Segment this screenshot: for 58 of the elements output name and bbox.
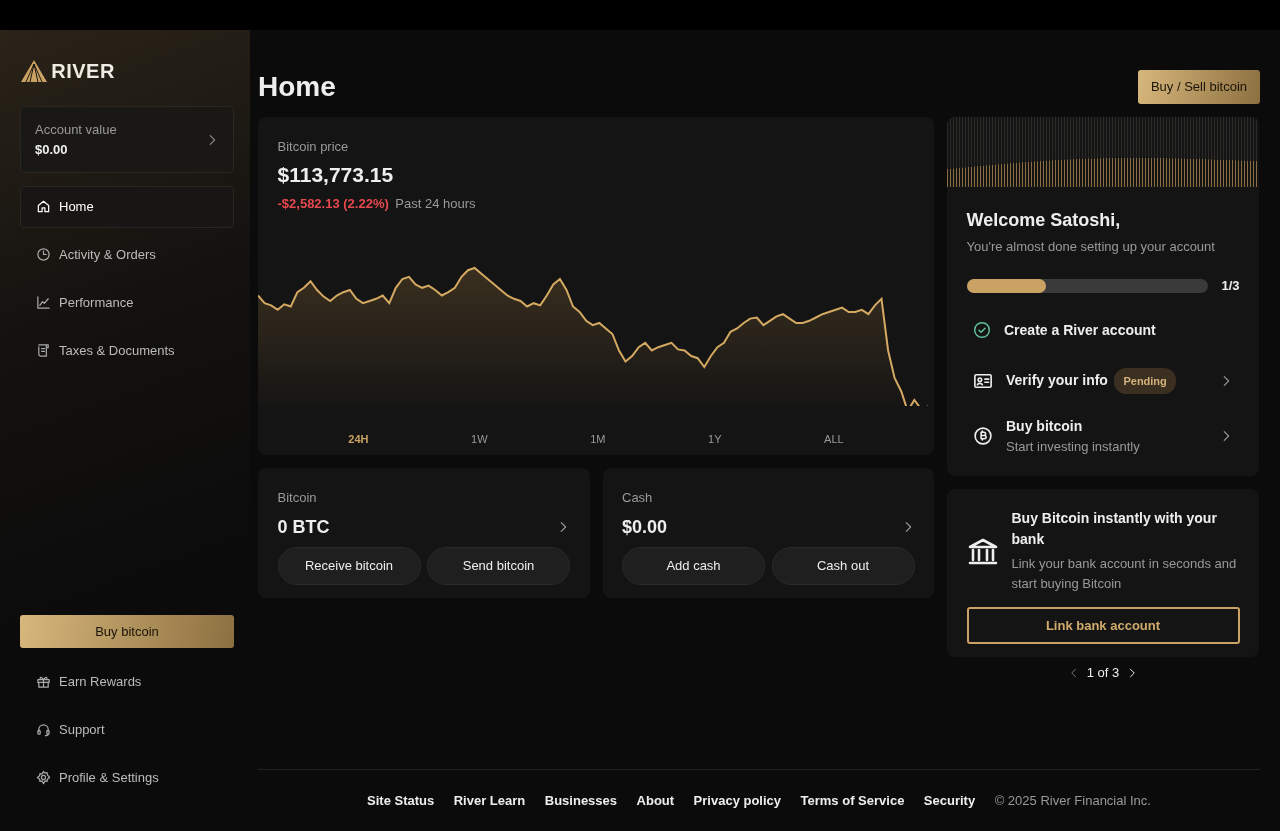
balance-value: $0.00 bbox=[622, 515, 668, 539]
gear-icon bbox=[36, 769, 51, 785]
logo-text: RIVER bbox=[51, 59, 115, 84]
price-label: Bitcoin price bbox=[277, 137, 350, 156]
nav-item[interactable]: Support bbox=[20, 708, 234, 750]
nav-item[interactable]: Profile & Settings bbox=[20, 756, 234, 798]
page-title: Home bbox=[258, 70, 336, 104]
footer-link[interactable]: River Learn bbox=[453, 790, 526, 811]
action-button[interactable]: Cash out bbox=[771, 547, 915, 585]
range-tab[interactable]: 24H bbox=[342, 430, 375, 449]
step-title: Buy bitcoin bbox=[1006, 416, 1083, 436]
progress-reading: 1/3 bbox=[1221, 276, 1240, 295]
footer-link[interactable]: Privacy policy bbox=[693, 790, 782, 811]
range-tab[interactable]: ALL bbox=[818, 430, 850, 449]
welcome-subtitle: You're almost done setting up your account bbox=[966, 237, 1216, 256]
balance-label: Cash bbox=[622, 488, 654, 507]
link-bank-button[interactable]: Link bank account bbox=[966, 606, 1240, 644]
range-tab[interactable]: 1M bbox=[584, 430, 612, 449]
headset-icon bbox=[36, 721, 51, 737]
clock-icon bbox=[36, 247, 51, 263]
change-period: Past 24 hours bbox=[395, 195, 476, 213]
range-tab[interactable]: 1Y bbox=[702, 430, 728, 449]
footer-link[interactable]: Terms of Service bbox=[800, 790, 905, 811]
action-button[interactable]: Receive bitcoin bbox=[277, 547, 421, 585]
footer-link[interactable]: Security bbox=[923, 790, 976, 811]
action-button[interactable]: Add cash bbox=[622, 547, 765, 585]
balance-value: 0 BTC bbox=[277, 515, 330, 539]
nav-item[interactable]: Home bbox=[20, 186, 234, 228]
footer-link[interactable]: Businesses bbox=[544, 790, 618, 811]
copyright-text: © 2025 River Financial Inc. bbox=[994, 791, 1151, 810]
range-tab[interactable]: 1W bbox=[465, 430, 494, 449]
nav-item[interactable]: Activity & Orders bbox=[20, 234, 234, 276]
step-subtitle: Start investing instantly bbox=[1006, 437, 1141, 456]
account-value-card[interactable]: Account value $0.00 bbox=[20, 106, 234, 173]
nav-item[interactable]: Taxes & Documents bbox=[20, 330, 234, 372]
step-title: Verify your info bbox=[1006, 371, 1108, 391]
balance-label: Bitcoin bbox=[277, 488, 318, 507]
promo-text: Link your bank account in seconds and start buying Bitcoin bbox=[1011, 554, 1238, 593]
home-icon bbox=[36, 199, 51, 215]
chart-icon bbox=[36, 295, 51, 311]
nav-item[interactable]: Performance bbox=[20, 282, 234, 324]
account-value: $0.00 bbox=[35, 140, 69, 159]
promo-title: Buy Bitcoin instantly with your bank bbox=[1011, 509, 1218, 550]
buy-bitcoin-button[interactable]: Buy bitcoin bbox=[20, 615, 234, 648]
account-value-label: Account value bbox=[35, 121, 117, 139]
step-title: Create a River account bbox=[1004, 320, 1156, 340]
bitcoin-price: $113,773.15 bbox=[277, 162, 395, 189]
nav-item[interactable]: Earn Rewards bbox=[20, 660, 234, 702]
logo-icon bbox=[20, 59, 48, 83]
buy-sell-button[interactable]: Buy / Sell bitcoin bbox=[1137, 70, 1260, 104]
welcome-title: Welcome Satoshi, bbox=[966, 208, 1122, 232]
price-change: -$2,582.13 (2.22%) bbox=[277, 195, 389, 213]
pager-text: 1 of 3 bbox=[1086, 664, 1120, 683]
status-badge: Pending bbox=[1114, 367, 1176, 394]
action-button[interactable]: Send bitcoin bbox=[427, 547, 570, 585]
footer-link[interactable]: Site Status bbox=[367, 790, 435, 811]
document-icon bbox=[36, 343, 51, 359]
footer-link[interactable]: About bbox=[636, 790, 675, 811]
